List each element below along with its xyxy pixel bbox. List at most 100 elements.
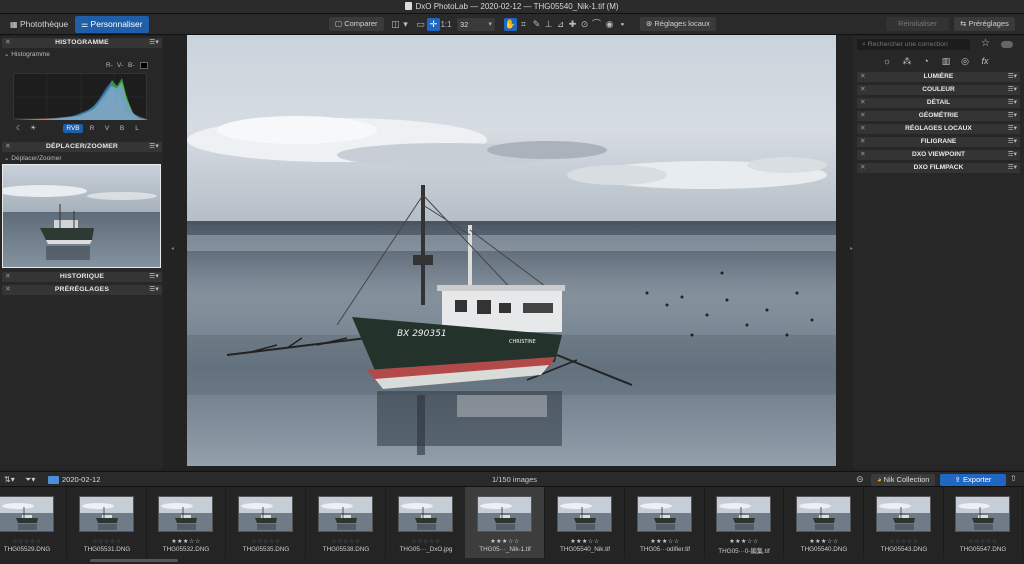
filmstrip-item[interactable]: ☆☆☆☆☆ THG05538.DNG	[306, 487, 386, 558]
rating-stars[interactable]: ☆☆☆☆☆	[943, 538, 1023, 545]
menu-icon[interactable]: ☰▾	[1008, 111, 1017, 121]
channel-rvb[interactable]: RVB	[63, 124, 83, 133]
close-icon[interactable]: ✕	[860, 150, 866, 160]
filmstrip-item[interactable]: ★★★☆☆ THG05···0-編集.tif	[704, 487, 784, 558]
filmstrip-thumbnail[interactable]	[158, 496, 213, 532]
close-icon[interactable]: ✕	[860, 163, 866, 173]
rating-stars[interactable]: ☆☆☆☆☆	[0, 538, 67, 545]
split-view-icon[interactable]: ◫	[389, 18, 402, 31]
filmstrip-item[interactable]: ★★★☆☆ THG05···odifier.tif	[625, 487, 705, 558]
presets-button[interactable]: ⇆ Préréglages	[954, 17, 1015, 31]
rating-stars[interactable]: ★★★☆☆	[545, 538, 625, 545]
rating-stars[interactable]: ☆☆☆☆☆	[226, 538, 306, 545]
move-zoom-header[interactable]: ✕ DÉPLACER/ZOOMER ☰▾	[2, 142, 162, 152]
star-icon[interactable]: ☆	[981, 38, 990, 49]
filmstrip-thumbnail[interactable]	[398, 496, 453, 532]
channel-v[interactable]: V	[102, 124, 112, 133]
section-detail[interactable]: ✕ DÉTAIL ☰▾	[857, 98, 1020, 108]
histogram-header[interactable]: ✕ HISTOGRAMME ☰▾	[2, 38, 162, 48]
eye-icon[interactable]: ◉	[603, 18, 616, 31]
history-header[interactable]: ✕ HISTORIQUE ☰▾	[2, 272, 162, 282]
filmstrip-item[interactable]: ★★★☆☆ THG05540.DNG	[784, 487, 864, 558]
moon-icon[interactable]: ☾	[16, 124, 22, 132]
sun-toggle-icon[interactable]: ☀	[30, 124, 36, 132]
rating-stars[interactable]: ☆☆☆☆☆	[67, 538, 147, 545]
collapse-icon[interactable]: ⌄	[4, 51, 9, 58]
filmstrip-item[interactable]: ☆☆☆☆☆ THG05543.DNG	[864, 487, 944, 558]
filmstrip-item[interactable]: ☆☆☆☆☆ THG05529.DNG	[0, 487, 67, 558]
fx-icon[interactable]: fx	[979, 55, 991, 67]
zoom-1to1-button[interactable]: 1:1	[440, 18, 452, 31]
menu-icon[interactable]: ☰▾	[1008, 163, 1017, 173]
hand-tool-icon[interactable]: ✋	[504, 18, 517, 31]
local-icon[interactable]: ◎	[959, 55, 971, 67]
close-icon[interactable]: ✕	[860, 137, 866, 147]
close-icon[interactable]: ✕	[5, 38, 11, 48]
navigator-preview[interactable]	[2, 164, 161, 268]
filmstrip-item[interactable]: ☆☆☆☆☆ THG05547.DNG	[943, 487, 1023, 558]
left-splitter[interactable]: ◂	[163, 35, 187, 466]
section-couleur[interactable]: ✕ COULEUR ☰▾	[857, 85, 1020, 95]
menu-icon[interactable]: ☰▾	[1008, 72, 1017, 82]
filmstrip-thumbnail[interactable]	[876, 496, 931, 532]
rating-stars[interactable]: ☆☆☆☆☆	[306, 538, 386, 545]
search-input[interactable]: ⌕ Rechercher une correction	[857, 39, 970, 50]
filmstrip-thumbnail[interactable]	[955, 496, 1010, 532]
nik-collection-button[interactable]: ◕ Nik Collection	[871, 474, 936, 486]
filmstrip-item[interactable]: ☆☆☆☆☆ THG05···_DxO.jpg	[386, 487, 466, 558]
close-icon[interactable]: ✕	[5, 272, 11, 282]
filmstrip-item[interactable]: ★★★☆☆ THG05532.DNG	[146, 487, 226, 558]
mask-icon[interactable]: ▪	[616, 18, 629, 31]
reset-button[interactable]: Réinitialiser	[886, 17, 949, 31]
section-filigrane[interactable]: ✕ FILIGRANE ☰▾	[857, 137, 1020, 147]
menu-icon[interactable]: ☰▾	[1008, 85, 1017, 95]
crop-view-icon[interactable]: ▭	[414, 18, 427, 31]
filter-icon[interactable]: ⏷▾	[25, 475, 35, 485]
channel-l[interactable]: L	[132, 124, 142, 133]
menu-icon[interactable]: ☰▾	[149, 285, 159, 295]
rating-stars[interactable]: ★★★☆☆	[704, 538, 784, 545]
clipping-swatch[interactable]	[140, 62, 148, 69]
filmstrip-thumbnail[interactable]	[238, 496, 293, 532]
section-reglages-locaux[interactable]: ✕ RÉGLAGES LOCAUX ☰▾	[857, 124, 1020, 134]
presets-header[interactable]: ✕ PRÉRÉGLAGES ☰▾	[2, 285, 162, 295]
menu-icon[interactable]: ☰▾	[149, 142, 159, 152]
open-with-icon[interactable]: ⊝	[856, 474, 864, 485]
close-icon[interactable]: ✕	[860, 124, 866, 134]
compare-button[interactable]: ▢ Comparer	[329, 17, 384, 31]
tab-phototheque[interactable]: ▦ Photothèque	[4, 16, 74, 33]
menu-icon[interactable]: ☰▾	[1008, 150, 1017, 160]
toggle-switch[interactable]	[1001, 41, 1013, 48]
rating-stars[interactable]: ☆☆☆☆☆	[864, 538, 944, 545]
filmstrip-item[interactable]: ★★★☆☆ THG05···_Nik-1.tif	[465, 487, 545, 558]
filmstrip-thumbnail[interactable]	[637, 496, 692, 532]
close-icon[interactable]: ✕	[5, 285, 11, 295]
crop-tool-icon[interactable]: ⌗	[517, 18, 530, 31]
detail-icon[interactable]: ◔	[920, 55, 932, 67]
tab-personnaliser[interactable]: ⚌ Personnaliser	[75, 16, 149, 33]
close-icon[interactable]: ✕	[5, 142, 11, 152]
brush-icon[interactable]: ⌒	[590, 18, 603, 31]
navigator-frame[interactable]	[2, 164, 161, 268]
filmstrip-thumbnail[interactable]	[79, 496, 134, 532]
filmstrip-scrollbar[interactable]	[90, 559, 178, 562]
close-icon[interactable]: ✕	[860, 72, 866, 82]
filmstrip-thumbnail[interactable]	[0, 496, 54, 532]
section-lumiere[interactable]: ✕ LUMIÈRE ☰▾	[857, 72, 1020, 82]
menu-icon[interactable]: ☰▾	[149, 38, 159, 48]
section-geometrie[interactable]: ✕ GÉOMÉTRIE ☰▾	[857, 111, 1020, 121]
geometry-icon[interactable]: ▥	[940, 55, 952, 67]
right-splitter[interactable]: ▸	[836, 35, 853, 466]
rating-stars[interactable]: ★★★☆☆	[146, 538, 226, 545]
menu-icon[interactable]: ☰▾	[1008, 98, 1017, 108]
section-filmpack[interactable]: ✕ DXO FILMPACK ☰▾	[857, 163, 1020, 173]
close-icon[interactable]: ✕	[860, 85, 866, 95]
close-icon[interactable]: ✕	[860, 111, 866, 121]
share-icon[interactable]: ⇧	[1010, 474, 1017, 483]
sun-icon[interactable]: ☼	[881, 55, 893, 67]
menu-icon[interactable]: ☰▾	[1008, 124, 1017, 134]
rating-stars[interactable]: ★★★☆☆	[784, 538, 864, 545]
menu-icon[interactable]: ☰▾	[1008, 137, 1017, 147]
zoom-select[interactable]: 32	[457, 18, 495, 31]
local-adjustments-button[interactable]: ⊛ Réglages locaux	[640, 17, 716, 31]
